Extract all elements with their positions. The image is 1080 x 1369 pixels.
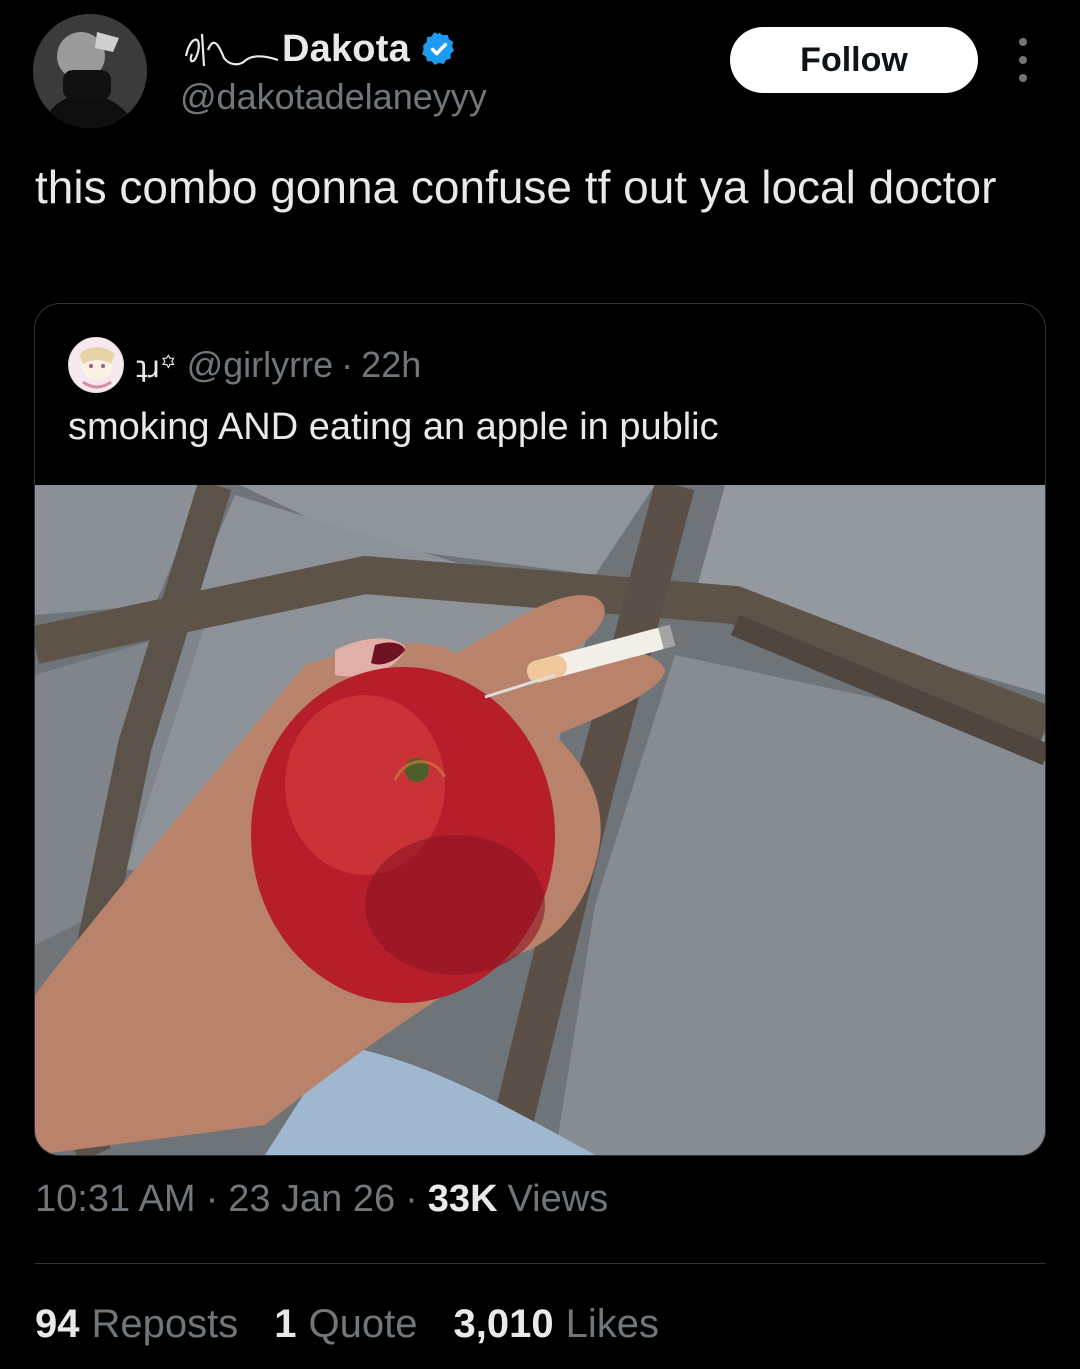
quoted-tweet-card[interactable]: ʇɹ꙳ @girlyrre · 22h smoking AND eating a… xyxy=(34,303,1046,1156)
likes-count: 3,010 xyxy=(453,1302,554,1346)
tweet-header: Dakota @dakotadelaneyyy Follow xyxy=(0,0,1080,140)
views-label: Views xyxy=(507,1178,609,1220)
quotes-label: Quote xyxy=(308,1302,418,1346)
verified-badge-icon xyxy=(421,32,454,65)
author-names: Dakota @dakotadelaneyyy xyxy=(180,24,487,118)
more-dots-icon[interactable] xyxy=(1008,38,1038,82)
quoted-time[interactable]: 22h xyxy=(361,344,421,386)
quoted-handle[interactable]: @girlyrre xyxy=(187,344,334,386)
quoted-media-photo[interactable] xyxy=(35,485,1045,1155)
separator: · xyxy=(205,1178,219,1220)
engagement-stats: 94 Reposts 1 Quote 3,010 Likes xyxy=(35,1302,695,1347)
quoted-tweet-header: ʇɹ꙳ @girlyrre · 22h xyxy=(68,336,421,394)
name-script-decoration xyxy=(180,26,280,72)
separator: · xyxy=(341,344,354,385)
author-avatar[interactable] xyxy=(33,14,147,128)
quoted-name-glyph[interactable]: ʇɹ꙳ xyxy=(136,345,177,386)
tweet-date[interactable]: 23 Jan 26 xyxy=(228,1178,395,1221)
quotes-count: 1 xyxy=(274,1302,297,1346)
tweet-meta: 10:31 AM · 23 Jan 26 · 33K Views xyxy=(35,1178,608,1221)
divider xyxy=(35,1263,1046,1264)
dot xyxy=(1019,56,1027,64)
dot xyxy=(1019,74,1027,82)
follow-button[interactable]: Follow xyxy=(730,27,978,93)
views-count: 33K xyxy=(427,1178,498,1220)
reposts-label: Reposts xyxy=(91,1302,239,1346)
separator: · xyxy=(405,1178,418,1220)
quoted-tweet-text: smoking AND eating an apple in public xyxy=(68,406,719,448)
quoted-author-avatar[interactable] xyxy=(68,337,124,393)
tweet-time[interactable]: 10:31 AM xyxy=(35,1178,196,1221)
author-display-name[interactable]: Dakota xyxy=(282,28,410,71)
likes-label: Likes xyxy=(565,1302,659,1346)
reposts-stat[interactable]: 94 Reposts xyxy=(35,1302,238,1347)
dot xyxy=(1019,38,1027,46)
tweet-text: this combo gonna confuse tf out ya local… xyxy=(35,161,997,213)
quotes-stat[interactable]: 1 Quote xyxy=(274,1302,417,1347)
reposts-count: 94 xyxy=(35,1302,80,1346)
author-handle[interactable]: @dakotadelaneyyy xyxy=(180,76,487,118)
likes-stat[interactable]: 3,010 Likes xyxy=(453,1302,659,1347)
